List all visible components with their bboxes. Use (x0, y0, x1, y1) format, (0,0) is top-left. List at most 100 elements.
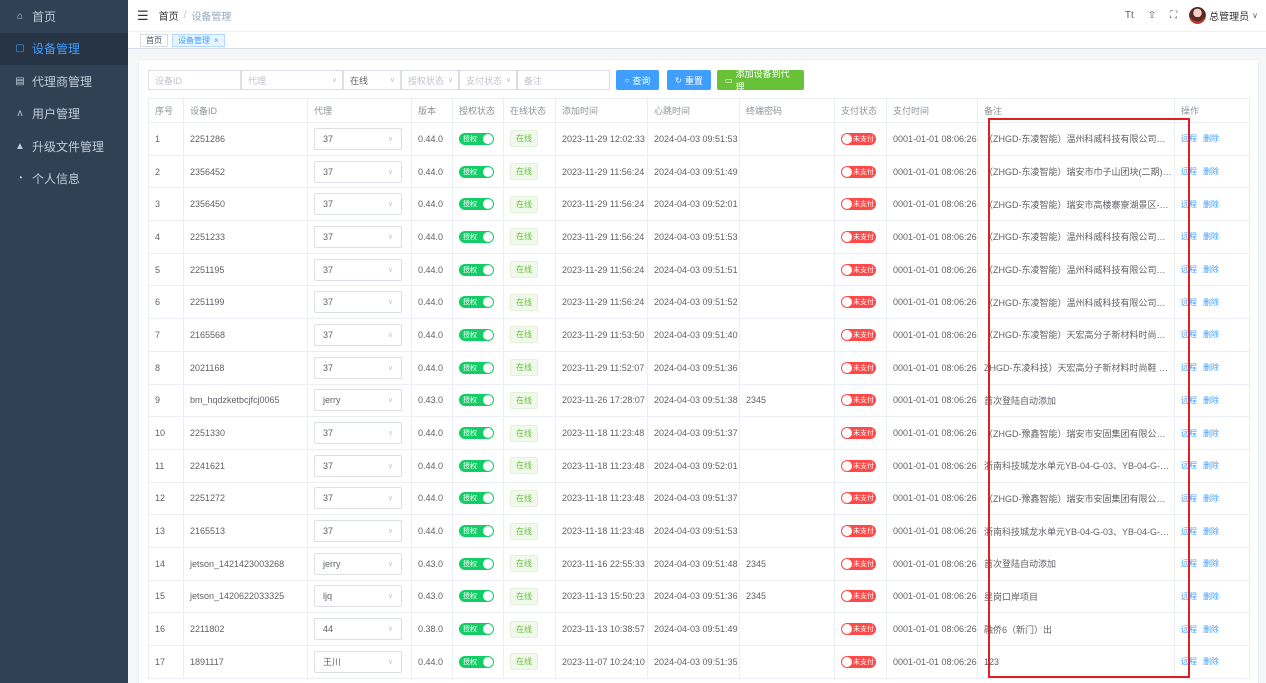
remote-link[interactable]: 远程 (1181, 232, 1197, 241)
agent-select[interactable]: 王川 ∨ (314, 650, 402, 673)
remote-link[interactable]: 远程 (1181, 298, 1197, 307)
pay-switch[interactable]: 未支付 (841, 361, 876, 374)
pay-switch[interactable]: 未支付 (841, 394, 876, 407)
remote-link[interactable]: 远程 (1181, 429, 1197, 438)
sidebar-item[interactable]: ▲ 升级文件管理 (0, 130, 128, 163)
pay-switch[interactable]: 未支付 (841, 459, 876, 472)
agent-select[interactable]: jerry ∨ (314, 552, 402, 575)
auth-switch[interactable]: 授权 (459, 459, 494, 472)
auth-switch[interactable]: 授权 (459, 132, 494, 145)
agent-select[interactable]: 37 ∨ (314, 160, 402, 183)
auth-switch[interactable]: 授权 (459, 328, 494, 341)
delete-link[interactable]: 删除 (1203, 657, 1219, 666)
font-size-icon[interactable]: Tt (1125, 10, 1134, 21)
agent-select[interactable]: 44 ∨ (314, 618, 402, 641)
pay-switch[interactable]: 未支付 (841, 198, 876, 211)
auth-switch[interactable]: 授权 (459, 361, 494, 374)
remote-link[interactable]: 远程 (1181, 167, 1197, 176)
delete-link[interactable]: 删除 (1203, 592, 1219, 601)
sidebar-item[interactable]: ▢ 设备管理 (0, 32, 128, 65)
agent-select[interactable]: 37 ∨ (314, 356, 402, 379)
remote-link[interactable]: 远程 (1181, 461, 1197, 470)
agent-select[interactable]: 37 ∨ (314, 422, 402, 445)
remote-link[interactable]: 远程 (1181, 559, 1197, 568)
delete-link[interactable]: 删除 (1203, 527, 1219, 536)
delete-link[interactable]: 删除 (1203, 559, 1219, 568)
search-button[interactable]: ○ 查询 (616, 70, 659, 90)
agent-select[interactable]: ljq ∨ (314, 585, 402, 608)
auth-switch[interactable]: 授权 (459, 492, 494, 505)
pay-switch[interactable]: 未支付 (841, 492, 876, 505)
pay-switch[interactable]: 未支付 (841, 296, 876, 309)
remote-link[interactable]: 远程 (1181, 330, 1197, 339)
remote-link[interactable]: 远程 (1181, 363, 1197, 372)
agent-select[interactable]: 37 ∨ (314, 127, 402, 150)
remote-link[interactable]: 远程 (1181, 625, 1197, 634)
auth-switch[interactable]: 授权 (459, 165, 494, 178)
tag-device-management[interactable]: 设备管理 × (172, 33, 225, 47)
remote-link[interactable]: 远程 (1181, 592, 1197, 601)
agent-select[interactable]: 37 ∨ (314, 225, 402, 248)
pay-switch[interactable]: 未支付 (841, 165, 876, 178)
remote-link[interactable]: 远程 (1181, 200, 1197, 209)
auth-switch[interactable]: 授权 (459, 230, 494, 243)
agent-select[interactable]: 37 ∨ (314, 323, 402, 346)
pay-switch[interactable]: 未支付 (841, 263, 876, 276)
delete-link[interactable]: 删除 (1203, 134, 1219, 143)
pay-switch[interactable]: 未支付 (841, 623, 876, 636)
delete-link[interactable]: 删除 (1203, 167, 1219, 176)
remote-link[interactable]: 远程 (1181, 396, 1197, 405)
agent-select[interactable]: jerry ∨ (314, 389, 402, 412)
auth-switch[interactable]: 授权 (459, 525, 494, 538)
delete-link[interactable]: 删除 (1203, 461, 1219, 470)
fullscreen-icon[interactable]: ⛶ (1170, 10, 1177, 21)
add-device-to-agent-button[interactable]: ▭ 添加设备到代理 (717, 69, 804, 92)
auth-switch[interactable]: 授权 (459, 296, 494, 309)
delete-link[interactable]: 删除 (1203, 298, 1219, 307)
delete-link[interactable]: 删除 (1203, 330, 1219, 339)
auth-switch[interactable]: 授权 (459, 263, 494, 276)
remote-link[interactable]: 远程 (1181, 494, 1197, 503)
pay-switch[interactable]: 未支付 (841, 525, 876, 538)
pay-status-select[interactable]: 支付状态 ∨ (459, 70, 517, 90)
pay-switch[interactable]: 未支付 (841, 590, 876, 603)
theme-icon[interactable]: ⇧ (1148, 10, 1156, 21)
sidebar-item[interactable]: ⌂ 首页 (0, 0, 128, 33)
avatar[interactable] (1189, 7, 1207, 24)
pay-switch[interactable]: 未支付 (841, 557, 876, 570)
delete-link[interactable]: 删除 (1203, 363, 1219, 372)
remote-link[interactable]: 远程 (1181, 527, 1197, 536)
pay-switch[interactable]: 未支付 (841, 132, 876, 145)
sidebar-item[interactable]: ◔ 个人信息 (0, 163, 128, 196)
delete-link[interactable]: 删除 (1203, 232, 1219, 241)
remote-link[interactable]: 远程 (1181, 657, 1197, 666)
agent-select[interactable]: 37 ∨ (314, 454, 402, 477)
delete-link[interactable]: 删除 (1203, 396, 1219, 405)
online-select[interactable]: 在线 ∨ (343, 70, 401, 90)
remote-link[interactable]: 远程 (1181, 134, 1197, 143)
delete-link[interactable]: 删除 (1203, 200, 1219, 209)
delete-link[interactable]: 删除 (1203, 265, 1219, 274)
agent-select[interactable]: 37 ∨ (314, 520, 402, 543)
breadcrumb-home[interactable]: 首页 (159, 8, 179, 23)
agent-select[interactable]: 37 ∨ (314, 258, 402, 281)
hamburger-icon[interactable]: ☰ (137, 8, 149, 24)
chevron-down-icon[interactable]: ∨ (1252, 11, 1258, 20)
username[interactable]: 总管理员 (1209, 8, 1249, 23)
auth-switch[interactable]: 授权 (459, 623, 494, 636)
tag-home[interactable]: 首页 (140, 33, 168, 47)
device-id-input[interactable]: 设备ID (148, 70, 241, 90)
agent-select[interactable]: 37 ∨ (314, 487, 402, 510)
delete-link[interactable]: 删除 (1203, 494, 1219, 503)
auth-switch[interactable]: 授权 (459, 427, 494, 440)
sidebar-item[interactable]: ▤ 代理商管理 (0, 65, 128, 98)
pay-switch[interactable]: 未支付 (841, 655, 876, 668)
pay-switch[interactable]: 未支付 (841, 427, 876, 440)
pay-switch[interactable]: 未支付 (841, 230, 876, 243)
agent-select[interactable]: 37 ∨ (314, 193, 402, 216)
delete-link[interactable]: 删除 (1203, 625, 1219, 634)
remark-input[interactable]: 备注 (517, 70, 610, 90)
auth-switch[interactable]: 授权 (459, 655, 494, 668)
auth-switch[interactable]: 授权 (459, 590, 494, 603)
delete-link[interactable]: 删除 (1203, 429, 1219, 438)
